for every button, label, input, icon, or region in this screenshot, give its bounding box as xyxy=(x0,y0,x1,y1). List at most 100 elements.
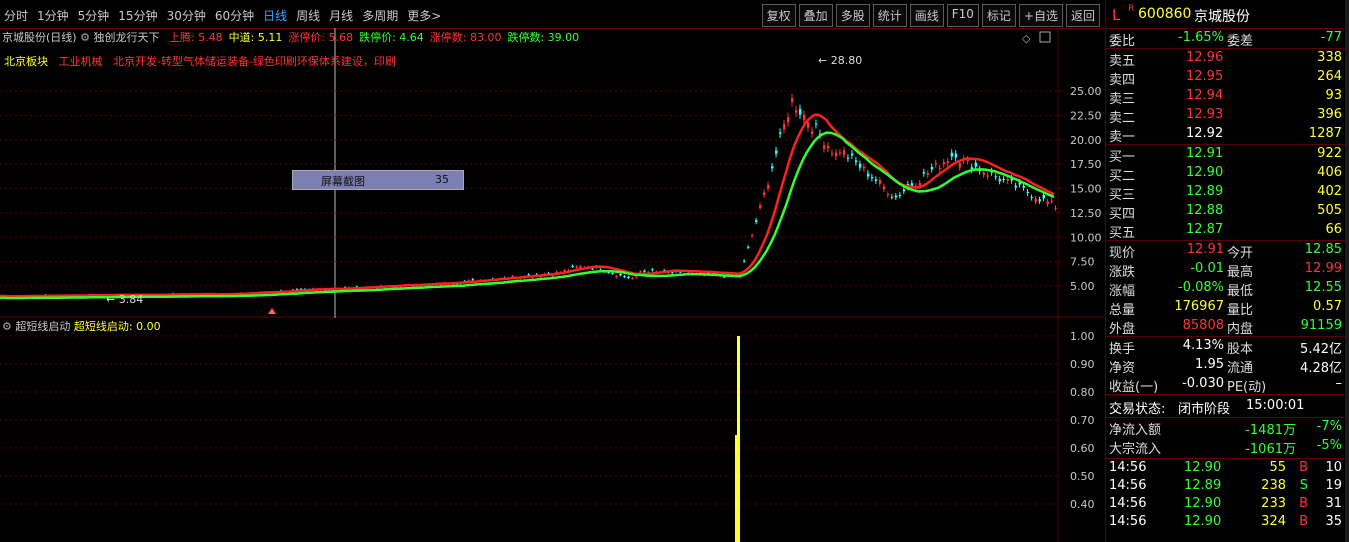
stat-value: 12.99 xyxy=(1304,261,1342,276)
ask-row-price: 12.96 xyxy=(1186,50,1224,65)
stat-row: 涨幅 -0.08% 最低 12.55 xyxy=(1106,279,1346,299)
candle-body xyxy=(926,173,930,175)
period-tab[interactable]: 更多> xyxy=(407,7,441,24)
candle-body xyxy=(974,162,978,167)
high-price-label: ← 28.80 xyxy=(818,54,862,67)
tool-button[interactable]: 返回 xyxy=(1065,4,1100,27)
fund-value: 1.95 xyxy=(1195,357,1224,372)
bid-row-label: 买三 xyxy=(1109,188,1136,203)
period-tab[interactable]: 5分钟 xyxy=(78,7,110,24)
candle-body xyxy=(994,176,998,178)
ask-book: 卖五 12.96 338 卖四 12.95 264 卖三 12.94 93 卖二 12.93 396 卖… xyxy=(1106,49,1346,145)
tick-row[interactable]: 14:56 12.90 324 B 35 xyxy=(1106,513,1346,531)
tick-count: 31 xyxy=(1325,496,1342,511)
scrollbar[interactable] xyxy=(1345,0,1349,542)
tick-volume: 233 xyxy=(1261,496,1286,511)
candle-body xyxy=(1030,197,1034,199)
settings-icon[interactable]: ⚙ xyxy=(80,31,90,44)
price-tick-label: 12.50 xyxy=(1070,207,1102,220)
bid-row-volume: 66 xyxy=(1325,222,1342,237)
period-tab[interactable]: 1分钟 xyxy=(37,7,69,24)
price-tick-label: 25.00 xyxy=(1070,85,1102,98)
tick-price: 12.90 xyxy=(1184,496,1222,511)
candle-body xyxy=(651,269,654,271)
flow-value: -1481万 xyxy=(1245,423,1296,438)
tick-row[interactable]: 14:56 12.89 238 S 19 xyxy=(1106,477,1346,495)
candle-body xyxy=(822,145,826,149)
bid-row-volume: 402 xyxy=(1317,184,1342,199)
candle-body xyxy=(830,153,834,155)
period-tab[interactable]: 分时 xyxy=(4,7,28,24)
tool-button[interactable]: 标记 xyxy=(981,4,1016,27)
candle-body xyxy=(635,276,638,278)
ask-row-volume: 396 xyxy=(1317,107,1342,122)
tick-price: 12.89 xyxy=(1184,478,1222,493)
candle-body xyxy=(954,153,958,158)
period-tab[interactable]: 周线 xyxy=(296,7,320,24)
candle-body xyxy=(826,145,830,149)
candle-body xyxy=(779,132,782,135)
tool-button[interactable]: 叠加 xyxy=(798,4,833,27)
industry-label: 工业机械 xyxy=(58,55,103,68)
sub-settings-icon[interactable]: ⚙ xyxy=(2,320,12,333)
indicator-name[interactable]: 独创龙行天下 xyxy=(93,31,159,44)
bid-row: 买二 12.90 406 xyxy=(1106,164,1346,184)
stock-name: 京城股份 xyxy=(1194,9,1250,25)
stat-value: 12.91 xyxy=(1186,242,1224,257)
tool-button[interactable]: F10 xyxy=(946,4,979,27)
fund-value: 5.42亿 xyxy=(1300,342,1342,357)
fund-flows: 净流入额 -1481万 -7% 大宗流入 -1061万 -5% xyxy=(1106,418,1346,459)
tool-button[interactable]: +自选 xyxy=(1018,4,1063,27)
ask-row-label: 卖二 xyxy=(1109,111,1136,126)
period-tab[interactable]: 多周期 xyxy=(362,7,398,24)
candle-body xyxy=(834,152,838,157)
stat-value: -0.01 xyxy=(1190,261,1224,276)
tool-button[interactable]: 复权 xyxy=(761,4,796,27)
main-info-line: 京城股份(日线) ⚙ 独创龙行天下 上腾: 5.48 中道: 5.11 涨停价: 5… xyxy=(2,29,579,45)
tick-count: 19 xyxy=(1325,478,1342,493)
sector-label: 北京板块 xyxy=(4,55,48,68)
tick-row[interactable]: 14:56 12.90 233 B 31 xyxy=(1106,495,1346,513)
period-tab[interactable]: 日线 xyxy=(263,7,287,24)
candle-body xyxy=(1054,207,1058,209)
tick-count: 35 xyxy=(1325,514,1342,529)
ask-row: 卖一 12.92 1287 xyxy=(1106,125,1346,145)
candle-body xyxy=(1014,185,1018,188)
stat-label: 外盘 xyxy=(1109,322,1136,337)
candle-body xyxy=(643,270,646,272)
flow-pct: -5% xyxy=(1316,438,1342,453)
sub-indicator-name[interactable]: 超短线启动 xyxy=(15,320,70,333)
candle-body xyxy=(1006,179,1010,181)
sub-info-line: ⚙ 超短线启动 超短线启动: 0.00 xyxy=(2,318,161,334)
tick-time: 14:56 xyxy=(1109,514,1147,529)
tool-button[interactable]: 多股 xyxy=(835,4,870,27)
price-tick-label: 20.00 xyxy=(1070,134,1102,147)
period-tab[interactable]: 30分钟 xyxy=(167,7,206,24)
ask-row-label: 卖一 xyxy=(1109,130,1136,145)
bid-row-volume: 922 xyxy=(1317,146,1342,161)
period-tab[interactable]: 15分钟 xyxy=(118,7,157,24)
candle-body xyxy=(874,179,878,181)
ask-row-label: 卖四 xyxy=(1109,73,1136,88)
l2-flag: L xyxy=(1112,6,1121,24)
kline-chart[interactable]: 25.00 22.50 20.00 17.50 15.00 12.50 10.00 7.50 5… xyxy=(0,28,1104,542)
stat-label: 涨幅 xyxy=(1109,284,1136,299)
tool-button[interactable]: 统计 xyxy=(872,4,907,27)
candle-body xyxy=(806,122,810,128)
stat-label: 今开 xyxy=(1227,246,1254,261)
chart-area[interactable]: 25.00 22.50 20.00 17.50 15.00 12.50 10.00 7.50 5… xyxy=(0,28,1104,542)
stock-period-label: 京城股份(日线) xyxy=(2,31,77,44)
bid-row-price: 12.88 xyxy=(1186,203,1224,218)
tick-row[interactable]: 14:56 12.90 55 B 10 xyxy=(1106,459,1346,477)
tick-side: B xyxy=(1299,496,1308,511)
tool-button[interactable]: 画线 xyxy=(909,4,944,27)
candle-body xyxy=(775,150,778,154)
fund-row: 收益(一) -0.030 PE(动) – xyxy=(1106,375,1346,395)
ask-row-volume: 264 xyxy=(1317,69,1342,84)
tick-list[interactable]: 14:56 12.90 55 B 10 14:56 12.89 238 S 19 14:56 12.9… xyxy=(1106,459,1346,531)
period-tab[interactable]: 60分钟 xyxy=(215,7,254,24)
param-item: 上腾: 5.48 xyxy=(168,31,223,44)
candle-body xyxy=(998,178,1002,182)
period-tab[interactable]: 月线 xyxy=(329,7,353,24)
bid-row-price: 12.91 xyxy=(1186,146,1224,161)
